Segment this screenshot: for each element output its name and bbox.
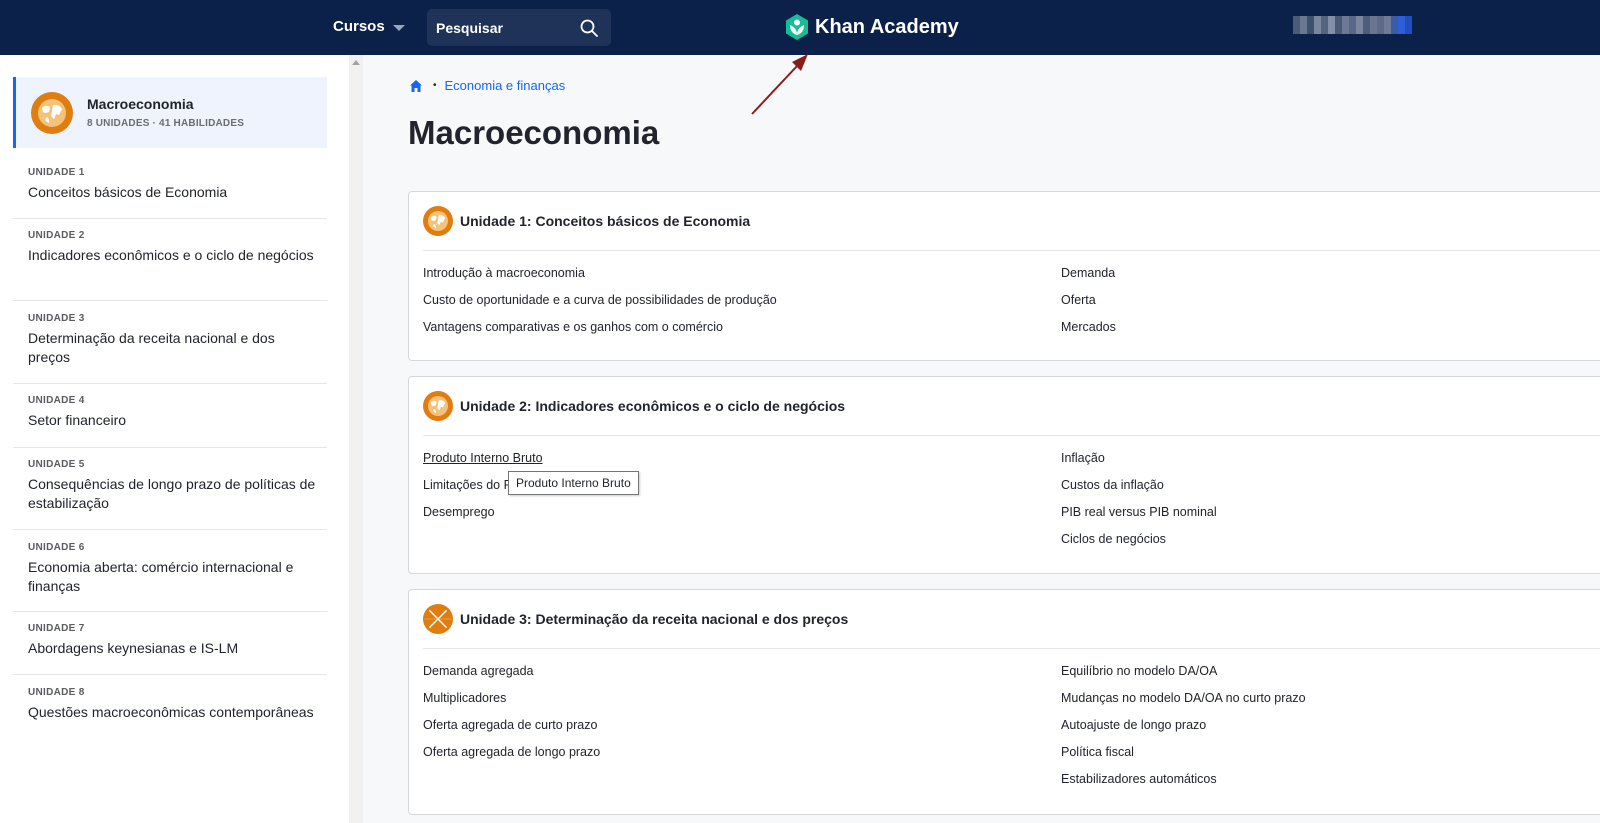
top-nav-bar: Cursos Khan Academy	[0, 0, 1600, 55]
sidebar-unit-name: Conceitos básicos de Economia	[28, 184, 228, 200]
breadcrumb-separator: •	[433, 80, 437, 91]
skill-link[interactable]: Mercados	[1061, 320, 1116, 334]
sidebar-scrollbar[interactable]	[349, 55, 363, 823]
sidebar-item-unit-5[interactable]: UNIDADE 5 Consequências de longo prazo d…	[13, 448, 327, 530]
unit-card-1: Unidade 1: Conceitos básicos de Economia…	[408, 191, 1600, 361]
sidebar-course-header[interactable]: Macroeconomia 8 UNIDADES · 41 HABILIDADE…	[13, 77, 327, 148]
sidebar-unit-label: UNIDADE 6	[28, 542, 85, 553]
globe-icon	[31, 91, 73, 134]
sidebar-unit-label: UNIDADE 2	[28, 230, 85, 241]
sidebar-unit-label: UNIDADE 5	[28, 459, 85, 470]
skill-link[interactable]: Demanda	[1061, 266, 1115, 280]
breadcrumb: • Economia e finanças	[409, 78, 565, 93]
globe-icon	[423, 206, 453, 236]
sidebar-unit-name: Abordagens keynesianas e IS-LM	[28, 640, 239, 656]
sidebar-course-subtitle: 8 UNIDADES · 41 HABILIDADES	[87, 118, 245, 129]
sidebar-unit-name: Determinação da receita nacional e dos p…	[28, 330, 275, 365]
sidebar-unit-name: Questões macroeconômicas contemporâneas	[28, 704, 314, 720]
home-icon[interactable]	[409, 79, 423, 93]
logo-text: Khan Academy	[815, 15, 959, 38]
skill-link[interactable]: Produto Interno Bruto	[423, 451, 543, 465]
page-title: Macroeconomia	[408, 114, 660, 151]
skill-link[interactable]: Inflação	[1061, 451, 1105, 465]
skill-link[interactable]: PIB real versus PIB nominal	[1061, 505, 1217, 519]
skill-link[interactable]: Oferta agregada de longo prazo	[423, 745, 600, 759]
skill-link[interactable]: Oferta	[1061, 293, 1096, 307]
sidebar-unit-label: UNIDADE 7	[28, 623, 85, 634]
unit-card-title[interactable]: Unidade 1: Conceitos básicos de Economia	[460, 213, 750, 229]
sidebar-unit-name: Setor financeiro	[28, 412, 127, 428]
skill-link[interactable]: Autoajuste de longo prazo	[1061, 718, 1206, 732]
sidebar-unit-label: UNIDADE 4	[28, 395, 85, 406]
skill-link[interactable]: Desemprego	[423, 505, 495, 519]
skill-link[interactable]: Multiplicadores	[423, 691, 506, 705]
sidebar-unit-name: Economia aberta: comércio internacional …	[28, 559, 294, 594]
skill-link[interactable]: Vantagens comparativas e os ganhos com o…	[423, 320, 723, 334]
unit-card-title[interactable]: Unidade 3: Determinação da receita nacio…	[460, 611, 848, 627]
skill-link[interactable]: Ciclos de negócios	[1061, 532, 1166, 546]
course-sidebar: Macroeconomia 8 UNIDADES · 41 HABILIDADE…	[0, 55, 349, 823]
sidebar-unit-label: UNIDADE 3	[28, 313, 85, 324]
sidebar-course-title: Macroeconomia	[87, 96, 194, 112]
sidebar-item-unit-7[interactable]: UNIDADE 7 Abordagens keynesianas e IS-LM	[13, 612, 327, 675]
skill-link[interactable]: Oferta agregada de curto prazo	[423, 718, 597, 732]
courses-label: Cursos	[333, 18, 385, 35]
search-box[interactable]	[427, 9, 611, 46]
scroll-up-arrow-icon[interactable]	[352, 60, 360, 65]
skill-link[interactable]: Introdução à macroeconomia	[423, 266, 585, 280]
skill-link[interactable]: Política fiscal	[1061, 745, 1134, 759]
sidebar-unit-name: Indicadores econômicos e o ciclo de negó…	[28, 247, 314, 263]
annotation-arrow-icon	[751, 54, 808, 115]
search-icon[interactable]	[579, 18, 599, 38]
khan-academy-logo[interactable]: Khan Academy	[785, 14, 959, 40]
search-input[interactable]	[436, 9, 576, 46]
unit-card-3: Unidade 3: Determinação da receita nacio…	[408, 589, 1600, 815]
globe-icon	[423, 391, 453, 421]
tooltip: Produto Interno Bruto	[508, 471, 639, 495]
courses-menu-button[interactable]: Cursos	[333, 18, 405, 35]
sidebar-item-unit-1[interactable]: UNIDADE 1 Conceitos básicos de Economia	[13, 161, 327, 219]
skill-link[interactable]: Estabilizadores automáticos	[1061, 772, 1217, 786]
skill-link[interactable]: Custos da inflação	[1061, 478, 1164, 492]
sidebar-unit-name: Consequências de longo prazo de política…	[28, 476, 316, 511]
skill-link[interactable]: Custo de oportunidade e a curva de possi…	[423, 293, 777, 307]
skill-link[interactable]: Demanda agregada	[423, 664, 534, 678]
sidebar-item-unit-4[interactable]: UNIDADE 4 Setor financeiro	[13, 384, 327, 448]
skill-link[interactable]: Equilíbrio no modelo DA/OA	[1061, 664, 1217, 678]
supply-demand-icon	[423, 604, 453, 634]
sidebar-item-unit-2[interactable]: UNIDADE 2 Indicadores econômicos e o cic…	[13, 219, 327, 301]
sidebar-item-unit-6[interactable]: UNIDADE 6 Economia aberta: comércio inte…	[13, 530, 327, 612]
sidebar-item-unit-3[interactable]: UNIDADE 3 Determinação da receita nacion…	[13, 301, 327, 384]
breadcrumb-link-economia[interactable]: Economia e finanças	[445, 78, 566, 93]
skill-link[interactable]: Mudanças no modelo DA/OA no curto prazo	[1061, 691, 1306, 705]
sidebar-unit-label: UNIDADE 1	[28, 167, 85, 178]
sidebar-item-unit-8[interactable]: UNIDADE 8 Questões macroeconômicas conte…	[13, 675, 327, 757]
unit-card-title[interactable]: Unidade 2: Indicadores econômicos e o ci…	[460, 398, 845, 414]
chevron-down-icon	[392, 24, 405, 31]
sidebar-unit-label: UNIDADE 8	[28, 687, 85, 698]
khan-academy-logo-icon	[786, 14, 808, 40]
user-account-menu[interactable]	[1293, 16, 1412, 34]
